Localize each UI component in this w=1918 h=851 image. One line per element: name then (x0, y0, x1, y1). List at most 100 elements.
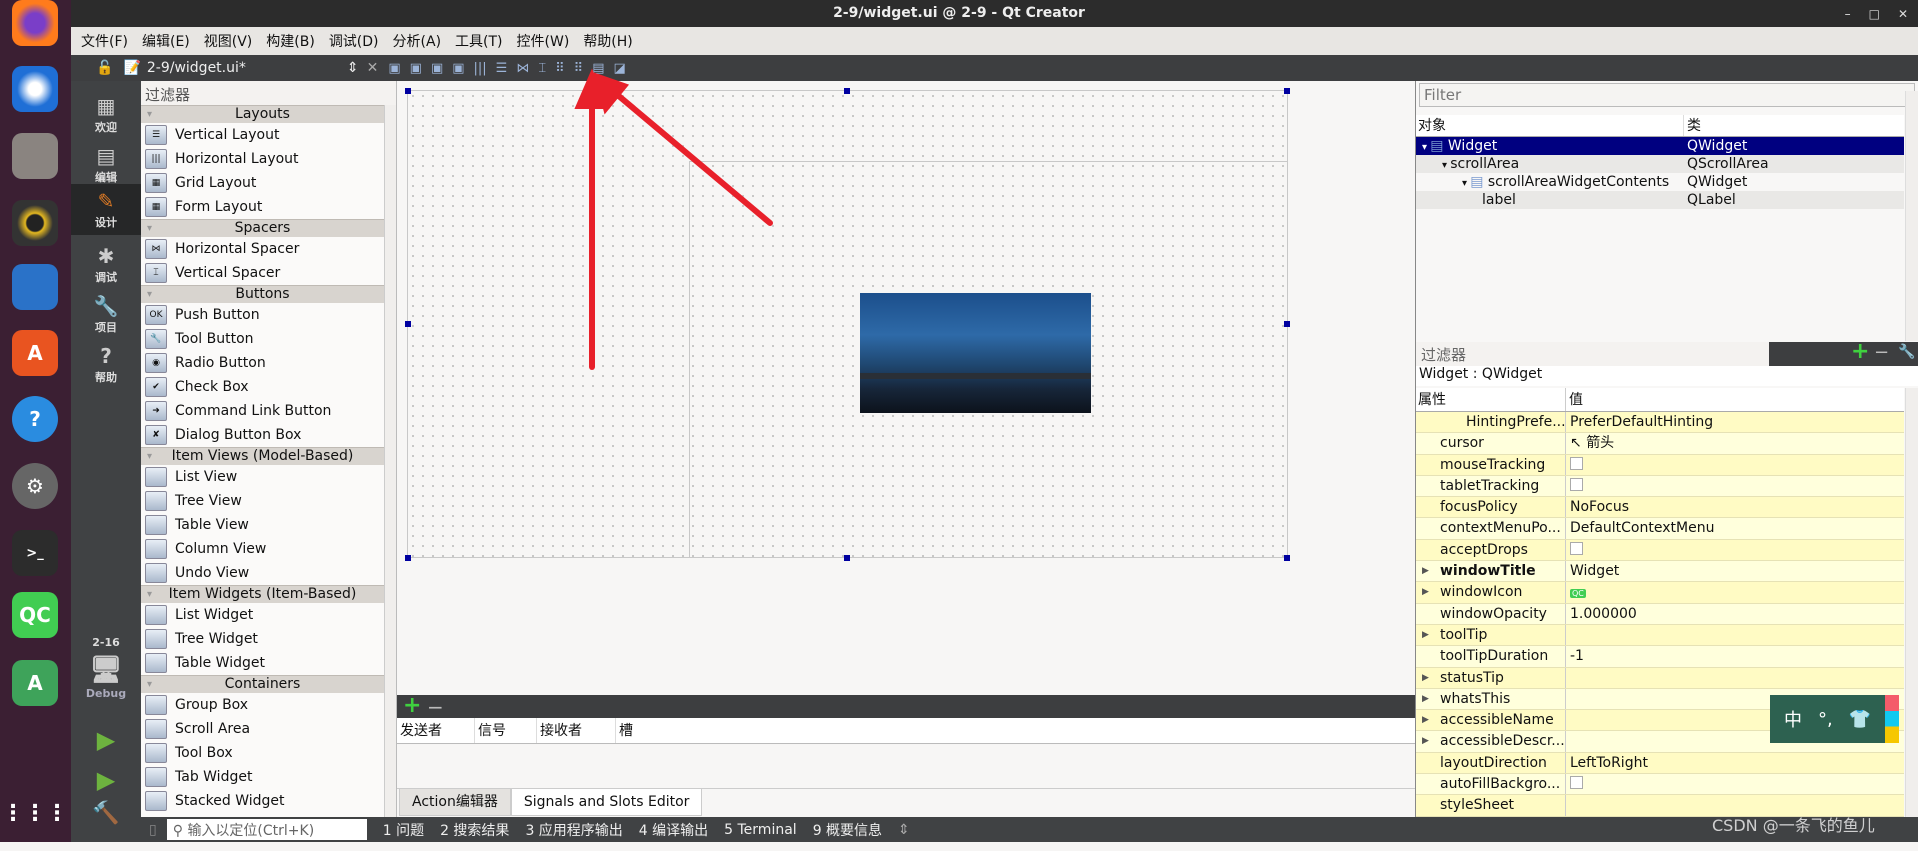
edit-signals-slots-icon[interactable]: ▣ (410, 61, 422, 76)
files-icon[interactable] (12, 133, 58, 179)
column-value[interactable]: 值 (1566, 388, 1583, 411)
edit-tab-order-icon[interactable]: ▣ (452, 61, 464, 76)
close-document-button[interactable]: ✕ (367, 60, 379, 76)
widget-item-tool-button[interactable]: 🔧 Tool Button (141, 327, 384, 351)
menu-debug[interactable]: 调试(D) (329, 31, 379, 51)
object-filter-input[interactable]: Filter (1419, 83, 1915, 107)
mode-welcome[interactable]: ▦ 欢迎 (71, 89, 141, 139)
property-row[interactable]: contextMenuPo... DefaultContextMenu (1416, 518, 1904, 540)
ime-toolbar[interactable]: 中 °, 👕 (1770, 695, 1899, 743)
pane-general-messages[interactable]: 9 概要信息 (813, 820, 882, 840)
widget-item-list-widget[interactable]: List Widget (141, 603, 384, 627)
android-studio-icon[interactable]: A (12, 660, 58, 706)
column-object[interactable]: 对象 (1416, 115, 1684, 136)
column-slot[interactable]: 槽 (616, 718, 1415, 743)
help-icon[interactable]: ? (12, 396, 58, 442)
mode-design[interactable]: ✎ 设计 (71, 184, 141, 235)
widget-item-tool-box[interactable]: Tool Box (141, 741, 384, 765)
resize-handle[interactable] (405, 555, 411, 561)
widget-item-tree-widget[interactable]: Tree Widget (141, 627, 384, 651)
property-filter-input[interactable]: 过滤器 (1416, 342, 1769, 366)
expand-arrow-icon[interactable]: ▶ (1422, 689, 1429, 709)
pane-search-results[interactable]: 2 搜索结果 (440, 820, 509, 840)
property-value[interactable]: 箭头 (1586, 435, 1614, 451)
expand-arrow-icon[interactable]: ▾ (1462, 178, 1470, 189)
category-header[interactable]: Item Widgets (Item-Based) (141, 585, 384, 603)
property-checkbox[interactable] (1570, 456, 1583, 470)
layout-form-icon[interactable]: ⠿ (555, 61, 565, 76)
form-widget[interactable] (407, 90, 1288, 558)
widget-box-scrollbar[interactable] (384, 105, 396, 817)
kit-selector[interactable]: 2-16 🖥 Debug (71, 636, 141, 726)
close-button[interactable]: ✕ (1898, 7, 1908, 21)
object-tree-scrollbar[interactable] (1905, 91, 1918, 341)
widget-item-check-box[interactable]: ✔ Check Box (141, 375, 384, 399)
property-row[interactable]: ▶ statusTip (1416, 667, 1904, 689)
menu-view[interactable]: 视图(V) (204, 31, 253, 51)
column-property[interactable]: 属性 (1416, 388, 1566, 411)
resize-handle[interactable] (844, 555, 850, 561)
property-value[interactable]: -1 (1570, 648, 1584, 664)
object-tree-row[interactable]: ▾ ▤ scrollAreaWidgetContents QWidget (1416, 173, 1904, 191)
widget-item-push-button[interactable]: OK Push Button (141, 303, 384, 327)
file-selector-arrows-icon[interactable]: ⇕ (347, 60, 359, 76)
property-row[interactable]: toolTipDuration -1 (1416, 646, 1904, 668)
terminal-icon[interactable]: >_ (12, 530, 58, 576)
ime-skin-icon[interactable]: 👕 (1849, 709, 1871, 730)
expand-arrow-icon[interactable]: ▶ (1422, 731, 1429, 751)
widget-item-table-view[interactable]: Table View (141, 513, 384, 537)
widget-item-tree-view[interactable]: Tree View (141, 489, 384, 513)
settings-icon[interactable]: ⚙ (12, 463, 58, 509)
tab-action-editor[interactable]: Action编辑器 (399, 789, 511, 816)
property-row[interactable]: windowOpacity 1.000000 (1416, 603, 1904, 625)
expand-arrow-icon[interactable]: ▶ (1422, 582, 1429, 602)
widget-item-command-link-button[interactable]: ➜ Command Link Button (141, 399, 384, 423)
mode-debug[interactable]: ✱ 调试 (71, 239, 141, 289)
expand-arrow-icon[interactable]: ▾ (1442, 160, 1450, 171)
qtcreator-icon[interactable]: QC (12, 592, 58, 638)
category-header[interactable]: Layouts (141, 105, 384, 123)
widget-item-table-widget[interactable]: Table Widget (141, 651, 384, 675)
property-value[interactable]: 1.000000 (1570, 606, 1637, 622)
resize-handle[interactable] (1284, 555, 1290, 561)
mode-edit[interactable]: ▤ 编辑 (71, 139, 141, 189)
expand-arrow-icon[interactable]: ▶ (1422, 561, 1429, 581)
toggle-sidebar-icon[interactable]: ▯ (149, 822, 157, 838)
property-checkbox[interactable] (1570, 776, 1583, 790)
layout-horizontal-icon[interactable]: ||| (474, 61, 487, 76)
widget-item-horizontal-spacer[interactable]: ⋈ Horizontal Spacer (141, 237, 384, 261)
widget-item-vertical-layout[interactable]: ☰ Vertical Layout (141, 123, 384, 147)
column-class[interactable]: 类 (1684, 115, 1701, 136)
show-apps-icon[interactable]: ⋮⋮⋮ (2, 790, 68, 836)
connections-table-body[interactable] (397, 745, 1415, 788)
pane-compile-output[interactable]: 4 编译输出 (639, 820, 708, 840)
remove-property-button[interactable]: − (1874, 342, 1889, 363)
layout-h-splitter-icon[interactable]: ⋈ (516, 61, 529, 76)
object-tree-row[interactable]: ▾ ▤ Widget QWidget (1416, 137, 1904, 155)
build-hammer-button[interactable]: 🔨 (71, 801, 141, 851)
firefox-icon[interactable] (12, 0, 58, 46)
ime-mode[interactable]: 中 (1784, 706, 1802, 732)
resize-handle[interactable] (405, 88, 411, 94)
maximize-button[interactable]: □ (1869, 7, 1880, 21)
mode-projects[interactable]: 🔧 项目 (71, 289, 141, 339)
mode-help[interactable]: ? 帮助 (71, 339, 141, 389)
property-value[interactable]: Widget (1570, 563, 1619, 579)
locator-input[interactable]: ⚲ 输入以定位(Ctrl+K) (166, 819, 367, 840)
property-row[interactable]: ▶ windowIcon QC (1416, 582, 1904, 604)
widget-item-undo-view[interactable]: Undo View (141, 561, 384, 585)
label-image-snowy-bridge[interactable] (860, 293, 1091, 413)
property-value[interactable]: LeftToRight (1570, 755, 1648, 771)
category-header[interactable]: Spacers (141, 219, 384, 237)
menu-tools[interactable]: 工具(T) (455, 31, 502, 51)
resize-handle[interactable] (844, 88, 850, 94)
menu-widgets[interactable]: 控件(W) (517, 31, 570, 51)
property-row[interactable]: cursor ↖ 箭头 (1416, 433, 1904, 455)
menu-help[interactable]: 帮助(H) (583, 31, 632, 51)
break-layout-icon[interactable]: ▤ (592, 61, 604, 76)
pane-terminal[interactable]: 5 Terminal (724, 822, 797, 838)
column-signal[interactable]: 信号 (475, 718, 537, 743)
property-row[interactable]: autoFillBackgro... (1416, 774, 1904, 796)
edit-buddies-icon[interactable]: ▣ (431, 61, 443, 76)
adjust-size-icon[interactable]: ◪ (614, 61, 626, 76)
